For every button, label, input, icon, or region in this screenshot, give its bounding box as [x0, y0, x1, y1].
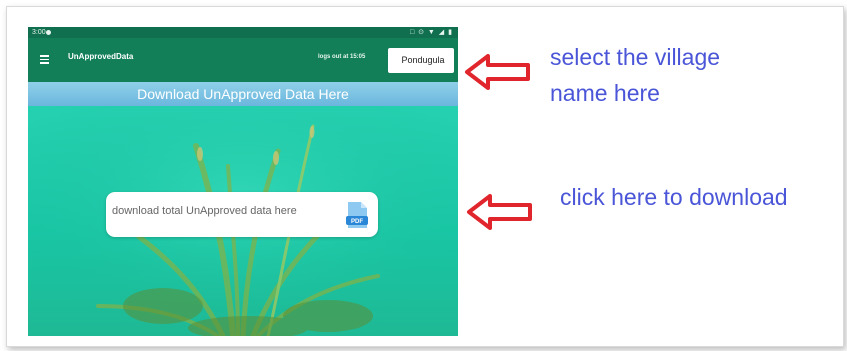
status-time: 3:00: [32, 29, 46, 36]
status-bar: 3:00 □ ⊙ ▼ ◢ ▮: [28, 27, 458, 38]
pdf-icon-text: PDF: [351, 219, 363, 225]
annotation-download-hint: click here to download: [560, 184, 788, 210]
pdf-file-icon[interactable]: PDF: [346, 201, 368, 229]
system-icons: □ ⊙ ▼ ◢ ▮: [409, 29, 453, 36]
annotation-select-line1: select the village: [550, 44, 721, 70]
app-bar: UnApprovedData logs out at 15:05 Pondugu…: [28, 38, 458, 82]
notification-icon: [46, 30, 51, 35]
arrow-left-icon: [467, 194, 532, 230]
arrow-left-icon: [465, 54, 530, 90]
phone-screen: 3:00 □ ⊙ ▼ ◢ ▮ UnApprovedData logs out a…: [28, 27, 458, 336]
download-button[interactable]: download total UnApproved data here PDF: [106, 192, 378, 237]
logout-time-text: logs out at 15:05: [318, 54, 366, 60]
app-title: UnApprovedData: [68, 52, 134, 61]
hamburger-menu-icon[interactable]: [40, 55, 49, 64]
annotation-select-line2: name here: [550, 80, 660, 106]
village-select[interactable]: Pondugula: [388, 48, 454, 73]
page-banner: Download UnApproved Data Here: [28, 82, 458, 106]
download-label: download total UnApproved data here: [112, 205, 297, 217]
